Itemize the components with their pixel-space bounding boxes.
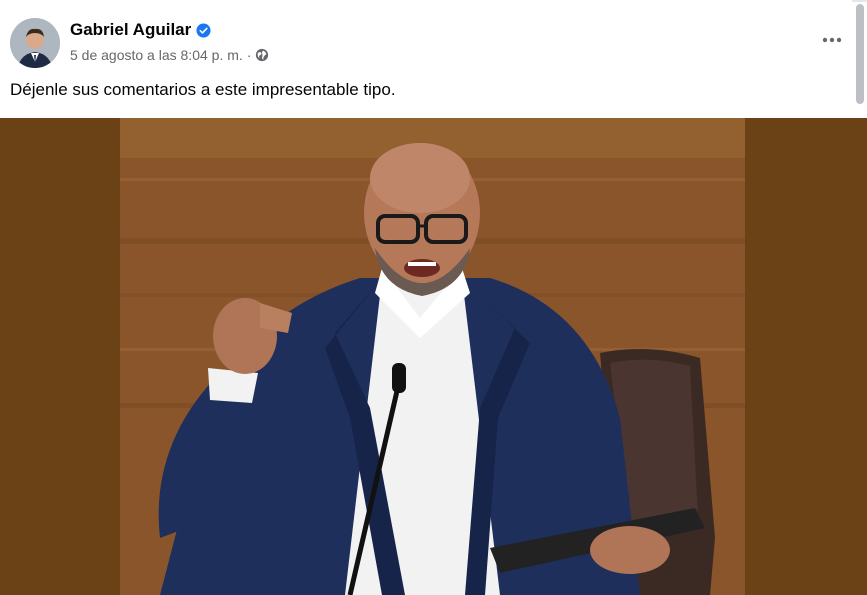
scrollbar-thumb[interactable] <box>856 4 864 104</box>
post-timestamp[interactable]: 5 de agosto a las 8:04 p. m. <box>70 47 243 63</box>
post-media[interactable] <box>0 118 867 595</box>
author-avatar[interactable] <box>10 18 60 68</box>
verified-badge-icon <box>196 22 211 38</box>
post-text: Déjenle sus comentarios a este impresent… <box>10 80 396 99</box>
globe-icon[interactable] <box>255 48 269 62</box>
meta-separator: · <box>246 47 252 63</box>
avatar-portrait <box>10 18 60 68</box>
scrollbar[interactable] <box>852 2 867 118</box>
author-name-row: Gabriel Aguilar <box>70 20 211 40</box>
post-meta: 5 de agosto a las 8:04 p. m. · <box>70 47 269 63</box>
post-photo[interactable] <box>120 118 745 595</box>
author-name[interactable]: Gabriel Aguilar <box>70 20 191 40</box>
more-options-icon[interactable] <box>818 30 846 50</box>
post-header: Gabriel Aguilar 5 de agosto a las 8:04 p… <box>0 0 852 118</box>
